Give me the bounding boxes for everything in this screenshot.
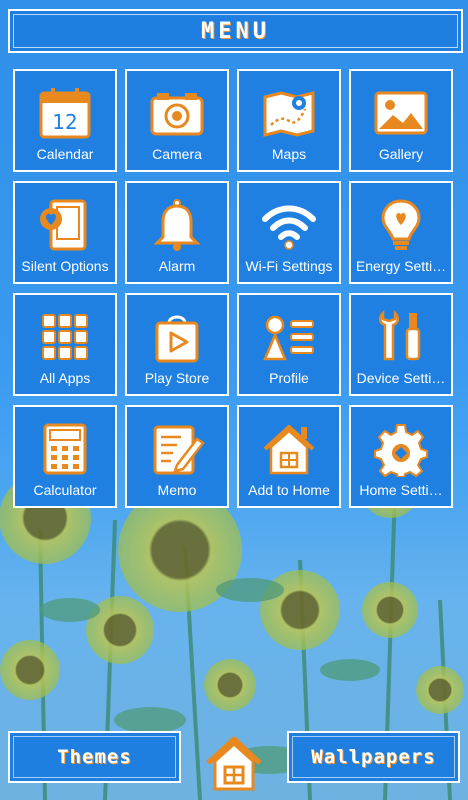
tile-label: Calculator (33, 482, 97, 498)
tile-label: Device Setti… (356, 370, 446, 386)
tile-silent-options[interactable]: Silent Options (13, 181, 117, 284)
tile-memo[interactable]: Memo (125, 405, 229, 508)
menu-header: MENU (8, 9, 463, 53)
tile-label: Silent Options (21, 258, 109, 274)
play-store-icon (155, 315, 199, 363)
wifi-icon (262, 205, 316, 250)
profile-icon (263, 315, 314, 361)
tile-camera[interactable]: Camera (125, 69, 229, 172)
tile-calculator[interactable]: Calculator (13, 405, 117, 508)
gear-icon (374, 424, 428, 477)
tile-label: Alarm (158, 258, 196, 274)
tile-all-apps[interactable]: All Apps (13, 293, 117, 396)
tile-label: All Apps (39, 370, 91, 386)
tile-label: Profile (269, 370, 309, 386)
tile-device-settings[interactable]: Device Setti… (349, 293, 453, 396)
tile-label: Maps (271, 146, 307, 162)
calculator-icon (43, 423, 87, 475)
map-icon (263, 91, 315, 137)
themes-button[interactable]: Themes (8, 731, 181, 783)
memo-icon (153, 425, 205, 475)
house-icon (206, 736, 262, 791)
calendar-day: 12 (52, 110, 77, 134)
gallery-icon (374, 91, 428, 135)
app-grid: 12 Calendar Camera Maps Gallery Silent O… (13, 69, 455, 511)
silent-phone-icon (40, 199, 87, 251)
tile-label: Wi-Fi Settings (245, 258, 333, 274)
page-title: MENU (201, 18, 270, 44)
tile-alarm[interactable]: Alarm (125, 181, 229, 284)
tile-home-settings[interactable]: Home Setti… (349, 405, 453, 508)
tile-label: Add to Home (248, 482, 330, 498)
wallpapers-button[interactable]: Wallpapers (287, 731, 460, 783)
tile-label: Home Setti… (359, 482, 443, 498)
apps-grid-icon (42, 314, 88, 360)
tile-calendar[interactable]: 12 Calendar (13, 69, 117, 172)
tile-label: Play Store (144, 370, 210, 386)
tile-add-to-home[interactable]: Add to Home (237, 405, 341, 508)
camera-icon (150, 93, 204, 136)
tile-label: Memo (157, 482, 197, 498)
lightbulb-icon (381, 199, 421, 250)
calendar-icon: 12 (39, 88, 91, 139)
tile-wifi-settings[interactable]: Wi-Fi Settings (237, 181, 341, 284)
bell-icon (153, 199, 201, 251)
tile-label: Camera (152, 146, 202, 162)
tile-profile[interactable]: Profile (237, 293, 341, 396)
tools-icon (379, 309, 421, 361)
house-icon (263, 425, 315, 475)
tile-label: Energy Setti… (355, 258, 447, 274)
tile-play-store[interactable]: Play Store (125, 293, 229, 396)
tile-energy-settings[interactable]: Energy Setti… (349, 181, 453, 284)
home-button[interactable] (205, 733, 263, 791)
tile-maps[interactable]: Maps (237, 69, 341, 172)
tile-label: Gallery (378, 146, 424, 162)
tile-label: Calendar (36, 146, 94, 162)
tile-gallery[interactable]: Gallery (349, 69, 453, 172)
